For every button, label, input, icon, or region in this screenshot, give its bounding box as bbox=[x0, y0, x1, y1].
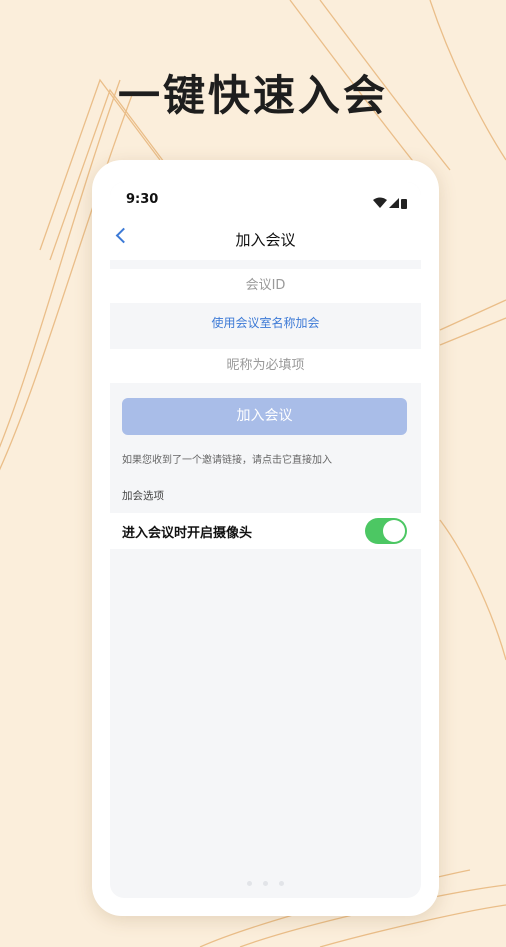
battery-icon bbox=[401, 199, 407, 209]
page-dot bbox=[279, 881, 285, 886]
nav-bar: 加入会议 bbox=[110, 220, 421, 260]
join-options-heading: 加会选项 bbox=[122, 490, 164, 502]
wifi-icon bbox=[373, 197, 387, 208]
status-time: 9:30 bbox=[126, 192, 159, 207]
page-dot bbox=[263, 881, 268, 886]
join-meeting-button[interactable]: 加入会议 bbox=[122, 398, 407, 435]
invite-hint: 如果您收到了一个邀请链接，请点击它直接加入 bbox=[122, 455, 332, 466]
use-room-name-link[interactable]: 使用会议室名称加会 bbox=[110, 314, 421, 331]
status-icons bbox=[373, 194, 407, 213]
camera-option-label: 进入会议时开启摄像头 bbox=[122, 526, 253, 541]
meeting-id-input[interactable]: 会议ID bbox=[110, 269, 421, 303]
camera-option-row: 进入会议时开启摄像头 bbox=[110, 513, 421, 549]
toggle-knob bbox=[383, 520, 405, 542]
signal-icon bbox=[389, 198, 399, 208]
page-dot bbox=[246, 881, 252, 886]
nickname-input[interactable]: 昵称为必填项 bbox=[110, 349, 421, 383]
page-title: 加入会议 bbox=[235, 231, 296, 249]
app-screen: 9:30 加入会议 会议ID 使用会议室名称加会 昵称为必填项 加入会议 如果您… bbox=[110, 182, 421, 898]
page-indicator bbox=[110, 871, 421, 890]
phone-frame: 9:30 加入会议 会议ID 使用会议室名称加会 昵称为必填项 加入会议 如果您… bbox=[92, 160, 439, 916]
headline: 一键快速入会 bbox=[117, 71, 388, 120]
camera-toggle[interactable] bbox=[365, 518, 407, 544]
status-bar: 9:30 bbox=[110, 182, 421, 220]
